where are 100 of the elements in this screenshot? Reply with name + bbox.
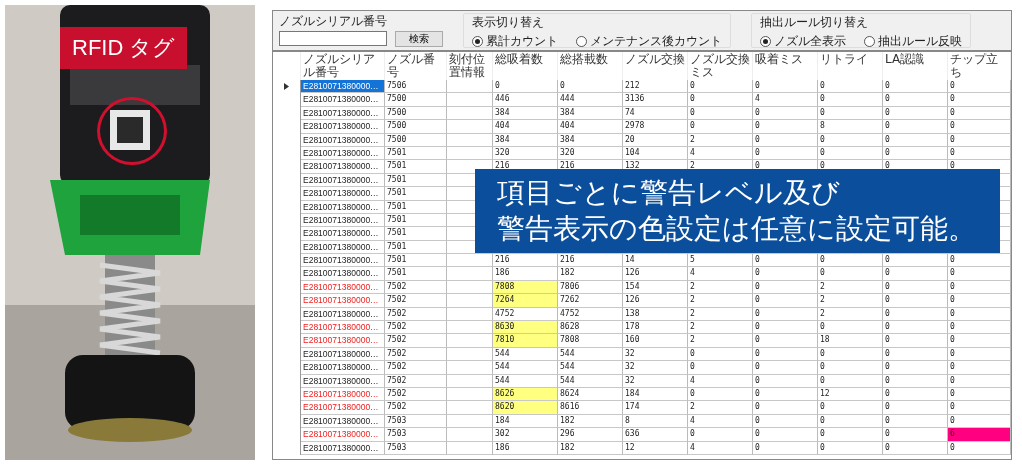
table-cell <box>447 347 493 362</box>
table-cell: E2810071380000… <box>301 80 385 94</box>
table-cell: E2810071380000… <box>301 388 385 402</box>
table-cell: 32 <box>623 347 688 362</box>
table-cell: 7264 <box>493 294 558 308</box>
table-cell: 0 <box>883 120 948 134</box>
table-cell: 0 <box>688 106 753 121</box>
table-cell: 636 <box>623 428 688 442</box>
column-header[interactable]: 総吸着数 <box>493 52 558 81</box>
table-cell: 384 <box>558 106 623 121</box>
table-cell: 7501 <box>385 187 447 201</box>
table-cell: 7810 <box>493 334 558 348</box>
table-cell: E2810071380000… <box>301 120 385 134</box>
table-cell: 0 <box>818 347 883 362</box>
table-cell: 7808 <box>558 334 623 348</box>
column-header[interactable]: ノズル交換 <box>623 52 688 81</box>
table-cell: 0 <box>688 388 753 402</box>
table-cell: 0 <box>883 414 948 429</box>
table-cell: 0 <box>753 80 818 94</box>
table-cell: 544 <box>493 361 558 375</box>
table-cell: E2810071380000… <box>301 374 385 388</box>
table-cell: 4 <box>688 414 753 429</box>
table-cell: 0 <box>753 146 818 161</box>
column-header[interactable]: 総搭載数 <box>558 52 623 81</box>
callout-text: 警告表示の色設定は任意に設定可能。 <box>497 211 976 247</box>
table-cell: 0 <box>948 294 1011 308</box>
table-cell: 404 <box>558 120 623 134</box>
table-cell: 0 <box>883 321 948 335</box>
table-cell: 7501 <box>385 213 447 228</box>
radio-option[interactable]: 抽出ルール反映 <box>864 33 962 50</box>
column-header[interactable]: リトライ <box>818 52 883 81</box>
table-cell: 212 <box>623 80 688 94</box>
table-cell: 7501 <box>385 200 447 214</box>
column-header[interactable]: チップ立ち <box>948 52 1011 81</box>
table-cell: 7502 <box>385 294 447 308</box>
table-cell: 2 <box>818 280 883 295</box>
table-cell: E2810071380000… <box>301 254 385 268</box>
column-header[interactable]: LA認識 <box>883 52 948 81</box>
radio-option[interactable]: 累計カウント <box>472 33 558 50</box>
radio-icon[interactable] <box>576 36 587 47</box>
table-cell: 0 <box>818 414 883 429</box>
table-cell: 0 <box>883 93 948 107</box>
table-cell: 5 <box>688 254 753 268</box>
table-cell: 0 <box>948 441 1011 455</box>
radio-option[interactable]: メンテナンス後カウント <box>576 33 722 50</box>
table-cell: 0 <box>883 401 948 415</box>
table-cell: 160 <box>623 334 688 348</box>
table-cell: 2 <box>818 294 883 308</box>
radio-icon[interactable] <box>472 36 483 47</box>
search-field[interactable] <box>279 31 387 46</box>
table-cell: 7506 <box>385 80 447 94</box>
table-cell: 0 <box>818 267 883 281</box>
table-cell: 0 <box>948 254 1011 268</box>
table-cell: 154 <box>623 280 688 295</box>
table-cell: 7501 <box>385 160 447 174</box>
table-cell: 0 <box>948 267 1011 281</box>
table-cell: 12 <box>623 441 688 455</box>
table-cell: E2810071380000… <box>301 146 385 161</box>
table-cell: 7502 <box>385 361 447 375</box>
table-cell: 0 <box>818 93 883 107</box>
table-cell: 7502 <box>385 401 447 415</box>
table-cell: 4 <box>688 441 753 455</box>
table-cell: 0 <box>948 120 1011 134</box>
table-cell: 126 <box>623 267 688 281</box>
column-header[interactable]: ノズル番号 <box>385 52 447 81</box>
table-cell: 0 <box>688 347 753 362</box>
table-cell <box>447 146 493 161</box>
table-cell: 0 <box>948 280 1011 295</box>
table-cell: E2810071380000… <box>301 334 385 348</box>
radio-icon[interactable] <box>864 36 875 47</box>
table-cell: 0 <box>883 106 948 121</box>
table-cell: 0 <box>753 120 818 134</box>
column-header[interactable]: ノズル交換ミス <box>688 52 753 81</box>
table-cell: 174 <box>623 401 688 415</box>
table-cell: 384 <box>493 133 558 147</box>
table-cell: 0 <box>688 361 753 375</box>
table-cell: E2810071380000… <box>301 307 385 322</box>
table-cell: 0 <box>883 334 948 348</box>
table-cell: 0 <box>753 334 818 348</box>
table-cell: E2810071380000… <box>301 173 385 188</box>
table-cell: E2810071380000… <box>301 401 385 415</box>
table-cell: 182 <box>558 267 623 281</box>
table-cell: 4 <box>688 146 753 161</box>
column-header[interactable]: 吸着ミス <box>753 52 818 81</box>
column-header[interactable]: 刻付位置情報 <box>447 52 493 81</box>
table-cell: 32 <box>623 374 688 388</box>
table-cell: 0 <box>948 388 1011 402</box>
table-cell: 7500 <box>385 106 447 121</box>
table-cell: 0 <box>883 388 948 402</box>
radio-icon[interactable] <box>760 36 771 47</box>
table-cell: 2 <box>688 307 753 322</box>
table-cell: 320 <box>493 146 558 161</box>
table-cell: 2 <box>688 280 753 295</box>
radio-option[interactable]: ノズル全表示 <box>760 33 846 50</box>
table-cell: 0 <box>883 307 948 322</box>
search-button[interactable]: 検索 <box>395 31 443 47</box>
table-cell: 302 <box>493 428 558 442</box>
table-cell: 544 <box>558 361 623 375</box>
table-cell: E2810071380000… <box>301 106 385 121</box>
table-cell: 7503 <box>385 441 447 455</box>
